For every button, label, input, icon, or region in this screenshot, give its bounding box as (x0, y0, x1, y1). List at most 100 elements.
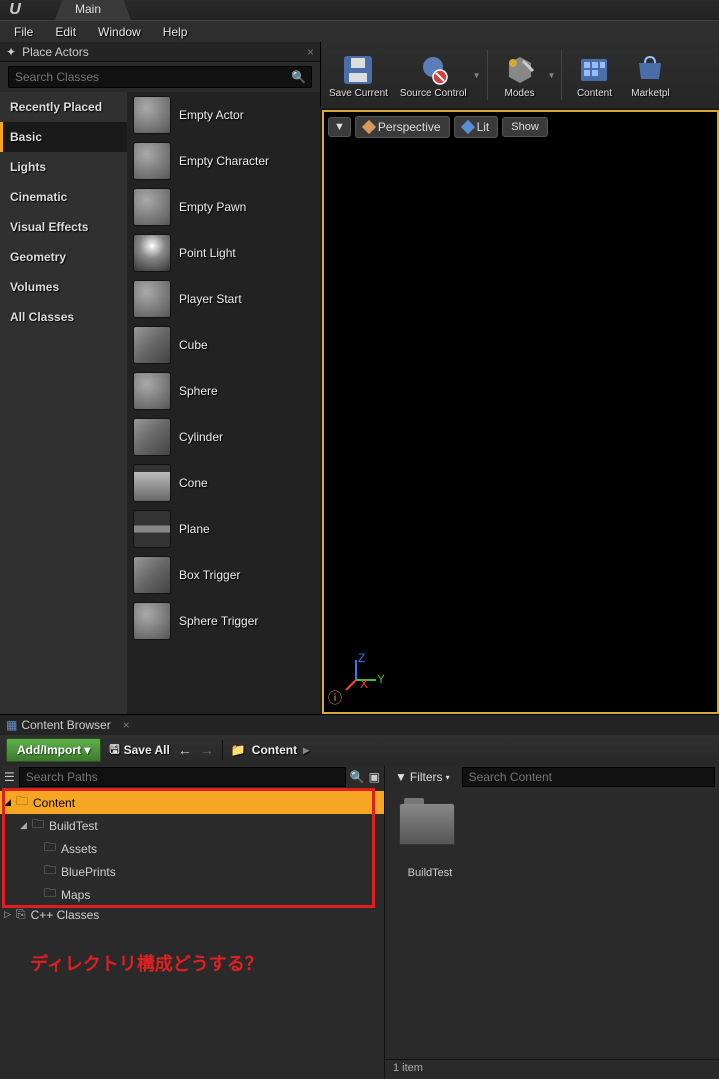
actor-label: Point Light (179, 246, 236, 260)
tree-assets[interactable]: 🗀 Assets (0, 837, 384, 860)
perspective-button[interactable]: Perspective (355, 116, 450, 138)
actor-box-trigger[interactable]: Box Trigger (127, 552, 320, 598)
actor-cube[interactable]: Cube (127, 322, 320, 368)
dropdown-arrow-icon[interactable]: ▼ (548, 71, 556, 80)
modes-icon (502, 52, 538, 88)
dropdown-arrow-icon[interactable]: ▼ (473, 71, 481, 80)
save-icon: 🖫 (109, 740, 119, 761)
tree-label: C++ Classes (31, 908, 100, 922)
cat-cinematic[interactable]: Cinematic (0, 182, 127, 212)
actor-label: Player Start (179, 292, 242, 306)
actor-sphere[interactable]: Sphere (127, 368, 320, 414)
status-bar: 1 item (385, 1059, 719, 1079)
place-actors-panel: ✦ Place Actors × 🔍 Recently Placed Basic… (0, 42, 320, 714)
viewport[interactable]: ▼ Perspective Lit Show Z Y X ⓘ (322, 110, 719, 714)
menu-window[interactable]: Window (98, 25, 141, 39)
right-panel: Save Current Source Control ▼ Modes ▼ Co… (320, 42, 719, 714)
tree-blueprints[interactable]: 🗀 BluePrints (0, 860, 384, 883)
nav-back-button[interactable]: ← (178, 742, 192, 758)
actor-cylinder[interactable]: Cylinder (127, 414, 320, 460)
tree-buildtest[interactable]: ◢ 🗀 BuildTest (0, 814, 384, 837)
actor-empty-character[interactable]: Empty Character (127, 138, 320, 184)
actor-cone[interactable]: Cone (127, 460, 320, 506)
folder-icon: 🗀 (44, 884, 56, 905)
source-control-icon (415, 52, 451, 88)
folder-tree: ◢ 🗀 Content ◢ 🗀 BuildTest 🗀 Assets 🗀 Blu… (0, 789, 384, 1079)
menu-file[interactable]: File (14, 25, 33, 39)
help-icon[interactable]: ⓘ (328, 688, 342, 708)
expand-icon[interactable]: ▷ (4, 909, 14, 920)
search-icon: 🔍 (291, 70, 306, 84)
chevron-down-icon: ▾ (446, 773, 450, 782)
tree-maps[interactable]: 🗀 Maps (0, 883, 384, 906)
viewport-menu-button[interactable]: ▼ (328, 117, 351, 137)
toggle-sources-icon[interactable]: ☰ (4, 770, 15, 784)
main-toolbar: Save Current Source Control ▼ Modes ▼ Co… (320, 42, 719, 108)
actor-sphere-trigger[interactable]: Sphere Trigger (127, 598, 320, 644)
nav-forward-button[interactable]: → (200, 742, 214, 758)
expand-icon[interactable]: ◢ (20, 820, 30, 831)
actor-label: Plane (179, 522, 210, 536)
asset-buildtest[interactable]: BuildTest (399, 803, 461, 879)
actor-plane[interactable]: Plane (127, 506, 320, 552)
cube-icon (362, 120, 376, 134)
cat-recently-placed[interactable]: Recently Placed (0, 92, 127, 122)
folder-thumb-icon (399, 803, 455, 845)
svg-text:X: X (360, 677, 368, 691)
tab-main[interactable]: Main (55, 0, 131, 20)
content-browser-panel: ▦ Content Browser × Add/Import ▾ 🖫 Save … (0, 714, 719, 1079)
breadcrumb[interactable]: 📁 Content ▸ (231, 743, 309, 757)
category-list: Recently Placed Basic Lights Cinematic V… (0, 92, 127, 714)
actor-empty-actor[interactable]: Empty Actor (127, 92, 320, 138)
tree-label: Content (33, 796, 75, 810)
close-icon[interactable]: × (123, 718, 130, 732)
actor-point-light[interactable]: Point Light (127, 230, 320, 276)
axis-gizmo-icon: Z Y X (344, 652, 384, 692)
tree-content[interactable]: ◢ 🗀 Content (0, 791, 384, 814)
cat-basic[interactable]: Basic (0, 122, 127, 152)
search-classes-input[interactable] (8, 66, 312, 88)
asset-grid[interactable]: BuildTest (385, 789, 719, 1059)
actor-list: Empty Actor Empty Character Empty Pawn P… (127, 92, 320, 714)
save-all-button[interactable]: 🖫 Save All (109, 740, 169, 761)
modes-button[interactable]: Modes (494, 45, 546, 105)
tree-label: BuildTest (49, 819, 98, 833)
collapse-icon[interactable]: ▣ (369, 770, 380, 784)
cat-geometry[interactable]: Geometry (0, 242, 127, 272)
folder-icon: 🗀 (44, 838, 56, 859)
actor-player-start[interactable]: Player Start (127, 276, 320, 322)
cat-lights[interactable]: Lights (0, 152, 127, 182)
filters-button[interactable]: ▼ Filters ▾ (389, 768, 456, 786)
content-browser-body: ☰ 🔍 ▣ ◢ 🗀 Content ◢ 🗀 BuildTest 🗀 (0, 765, 719, 1079)
search-paths-input[interactable] (19, 767, 346, 787)
show-button[interactable]: Show (502, 117, 548, 137)
menu-edit[interactable]: Edit (55, 25, 76, 39)
menubar: File Edit Window Help (0, 20, 719, 42)
tree-cpp-classes[interactable]: ▷ ⎘ C++ Classes (0, 906, 384, 923)
tool-label: Modes (505, 88, 535, 99)
label: Lit (477, 120, 490, 134)
actor-label: Empty Pawn (179, 200, 246, 214)
actor-empty-pawn[interactable]: Empty Pawn (127, 184, 320, 230)
breadcrumb-label: Content (252, 743, 297, 757)
viewport-toolbar: ▼ Perspective Lit Show (328, 116, 548, 138)
tree-label: Assets (61, 842, 97, 856)
sources-panel: ☰ 🔍 ▣ ◢ 🗀 Content ◢ 🗀 BuildTest 🗀 (0, 765, 385, 1079)
menu-help[interactable]: Help (163, 25, 188, 39)
add-import-button[interactable]: Add/Import ▾ (6, 738, 101, 762)
main-area: ✦ Place Actors × 🔍 Recently Placed Basic… (0, 42, 719, 714)
folder-icon: 🗀 (32, 815, 44, 836)
marketplace-button[interactable]: Marketpl (624, 45, 676, 105)
actor-label: Box Trigger (179, 568, 240, 582)
content-button[interactable]: Content (568, 45, 620, 105)
tool-label: Content (577, 88, 612, 99)
lit-button[interactable]: Lit (454, 116, 499, 138)
source-control-button[interactable]: Source Control (396, 45, 471, 105)
close-icon[interactable]: × (307, 45, 314, 59)
cat-visual-effects[interactable]: Visual Effects (0, 212, 127, 242)
expand-icon[interactable]: ◢ (4, 797, 14, 808)
search-content-input[interactable] (462, 767, 715, 787)
cat-all-classes[interactable]: All Classes (0, 302, 127, 332)
save-current-button[interactable]: Save Current (325, 45, 392, 105)
cat-volumes[interactable]: Volumes (0, 272, 127, 302)
